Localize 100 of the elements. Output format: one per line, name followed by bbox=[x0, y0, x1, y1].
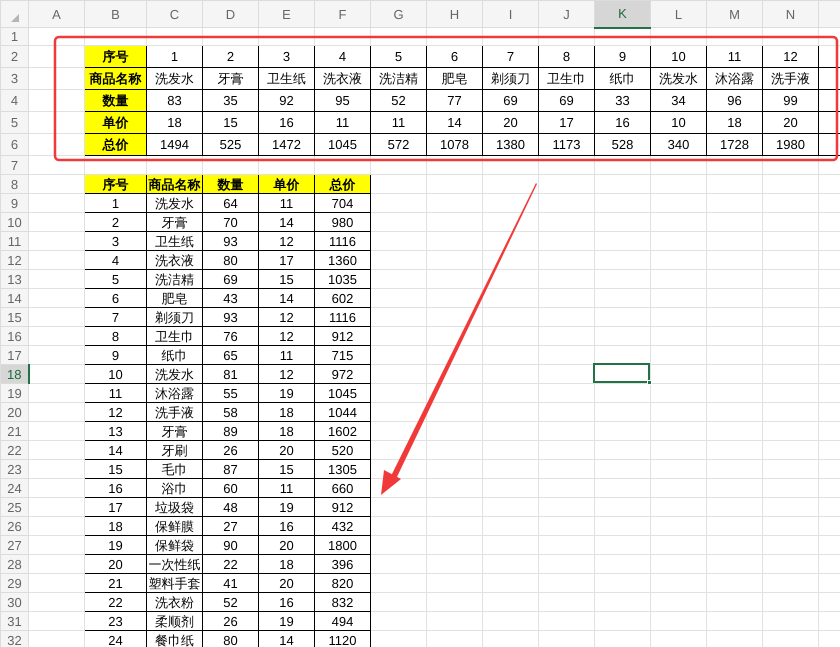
table-cell: 一次性纸 bbox=[146, 554, 202, 574]
row-header[interactable]: 26 bbox=[0, 516, 28, 536]
table-cell: 55 bbox=[202, 384, 258, 402]
row-header[interactable]: 9 bbox=[0, 194, 28, 212]
table-cell: 16 bbox=[258, 516, 314, 536]
header-cell: 商品名称 bbox=[146, 174, 202, 194]
row-header[interactable]: 17 bbox=[0, 346, 28, 364]
row-header[interactable]: 16 bbox=[0, 326, 28, 346]
table-cell: 洗衣粉 bbox=[146, 592, 202, 612]
row-header[interactable]: 7 bbox=[0, 156, 28, 174]
table-cell: 洗发水 bbox=[146, 68, 202, 90]
table-cell: 垃圾袋 bbox=[146, 498, 202, 516]
row-header[interactable]: 5 bbox=[0, 112, 28, 134]
table-cell: 912 bbox=[314, 498, 370, 516]
row-header[interactable]: 27 bbox=[0, 536, 28, 554]
column-header[interactable]: A bbox=[28, 0, 84, 28]
row-header[interactable]: 25 bbox=[0, 498, 28, 516]
table-cell: 17 bbox=[84, 498, 146, 516]
row-header[interactable]: 12 bbox=[0, 250, 28, 270]
table-cell: 10 bbox=[84, 364, 146, 384]
table-cell: 16 bbox=[258, 112, 314, 134]
column-header[interactable]: G bbox=[370, 0, 426, 28]
selected-cell[interactable] bbox=[593, 363, 650, 383]
row-header[interactable]: 6 bbox=[0, 134, 28, 156]
table-cell: 13 bbox=[84, 422, 146, 440]
table-cell: 1045 bbox=[314, 134, 370, 156]
row-header[interactable]: 31 bbox=[0, 612, 28, 630]
table-cell: 4 bbox=[84, 250, 146, 270]
row-header[interactable]: 11 bbox=[0, 232, 28, 250]
column-header[interactable]: L bbox=[650, 0, 706, 28]
table-cell: 340 bbox=[650, 134, 706, 156]
row-header[interactable]: 4 bbox=[0, 90, 28, 112]
table-cell: 16 bbox=[84, 478, 146, 498]
column-header[interactable]: D bbox=[202, 0, 258, 28]
table-cell: 9 bbox=[84, 346, 146, 364]
column-header[interactable]: C bbox=[146, 0, 202, 28]
row-header[interactable]: 1 bbox=[0, 28, 28, 46]
table-cell: 1360 bbox=[314, 250, 370, 270]
row-header[interactable]: 28 bbox=[0, 554, 28, 574]
column-header[interactable]: F bbox=[314, 0, 370, 28]
row-header[interactable]: 8 bbox=[0, 174, 28, 194]
row-header[interactable]: 3 bbox=[0, 68, 28, 90]
table-cell: 12 bbox=[258, 232, 314, 250]
table-cell: 12 bbox=[258, 364, 314, 384]
column-header[interactable]: N bbox=[762, 0, 818, 28]
row-header[interactable]: 24 bbox=[0, 478, 28, 498]
table-cell: 69 bbox=[538, 90, 594, 112]
column-header[interactable]: K bbox=[594, 0, 650, 28]
table-cell: 洗手液 bbox=[762, 68, 818, 90]
table-cell: 87 bbox=[202, 460, 258, 478]
table-cell: 15 bbox=[84, 460, 146, 478]
table-cell: 92 bbox=[258, 90, 314, 112]
table-cell: 洗发水 bbox=[650, 68, 706, 90]
row-header[interactable]: 20 bbox=[0, 402, 28, 422]
column-header[interactable]: E bbox=[258, 0, 314, 28]
table-cell: 卫生巾 bbox=[538, 68, 594, 90]
table-cell: 塑料手套 bbox=[146, 574, 202, 592]
table-cell: 3 bbox=[84, 232, 146, 250]
table-cell: 11 bbox=[258, 346, 314, 364]
row-header[interactable]: 22 bbox=[0, 440, 28, 460]
row-header[interactable]: 29 bbox=[0, 574, 28, 592]
table-cell: 10 bbox=[650, 46, 706, 68]
row-header[interactable]: 32 bbox=[0, 630, 28, 647]
table-cell: 832 bbox=[314, 592, 370, 612]
table-cell: 1602 bbox=[314, 422, 370, 440]
table-cell: 15 bbox=[202, 112, 258, 134]
table-cell: 41 bbox=[202, 574, 258, 592]
table-cell: 15 bbox=[258, 270, 314, 288]
table-cell: 81 bbox=[202, 364, 258, 384]
table-cell: 77 bbox=[426, 90, 482, 112]
table-cell: 12 bbox=[84, 402, 146, 422]
row-header[interactable]: 14 bbox=[0, 288, 28, 308]
table-cell: 11 bbox=[84, 384, 146, 402]
table-cell: 牙刷 bbox=[146, 440, 202, 460]
table-cell: 洗洁精 bbox=[370, 68, 426, 90]
row-header[interactable]: 18 bbox=[0, 364, 28, 384]
table-cell: 1728 bbox=[706, 134, 762, 156]
row-header[interactable]: 30 bbox=[0, 592, 28, 612]
column-header[interactable]: J bbox=[538, 0, 594, 28]
row-header[interactable]: 19 bbox=[0, 384, 28, 402]
header-cell: 单价 bbox=[84, 112, 146, 134]
row-header[interactable]: 21 bbox=[0, 422, 28, 440]
row-header[interactable]: 15 bbox=[0, 308, 28, 326]
row-header[interactable]: 23 bbox=[0, 460, 28, 478]
table-cell: 5 bbox=[84, 270, 146, 288]
row-header[interactable]: 10 bbox=[0, 212, 28, 232]
column-header[interactable]: M bbox=[706, 0, 762, 28]
row-header[interactable]: 13 bbox=[0, 270, 28, 288]
column-header[interactable]: H bbox=[426, 0, 482, 28]
table-cell: 18 bbox=[258, 422, 314, 440]
table-cell: 11 bbox=[314, 112, 370, 134]
column-header[interactable]: I bbox=[482, 0, 538, 28]
table-cell: 20 bbox=[762, 112, 818, 134]
table-cell: 76 bbox=[202, 326, 258, 346]
row-header[interactable]: 2 bbox=[0, 46, 28, 68]
table-cell: 2 bbox=[202, 46, 258, 68]
table-cell: 19 bbox=[258, 384, 314, 402]
column-header[interactable]: B bbox=[84, 0, 146, 28]
table-cell: 972 bbox=[314, 364, 370, 384]
table-cell: 7 bbox=[482, 46, 538, 68]
